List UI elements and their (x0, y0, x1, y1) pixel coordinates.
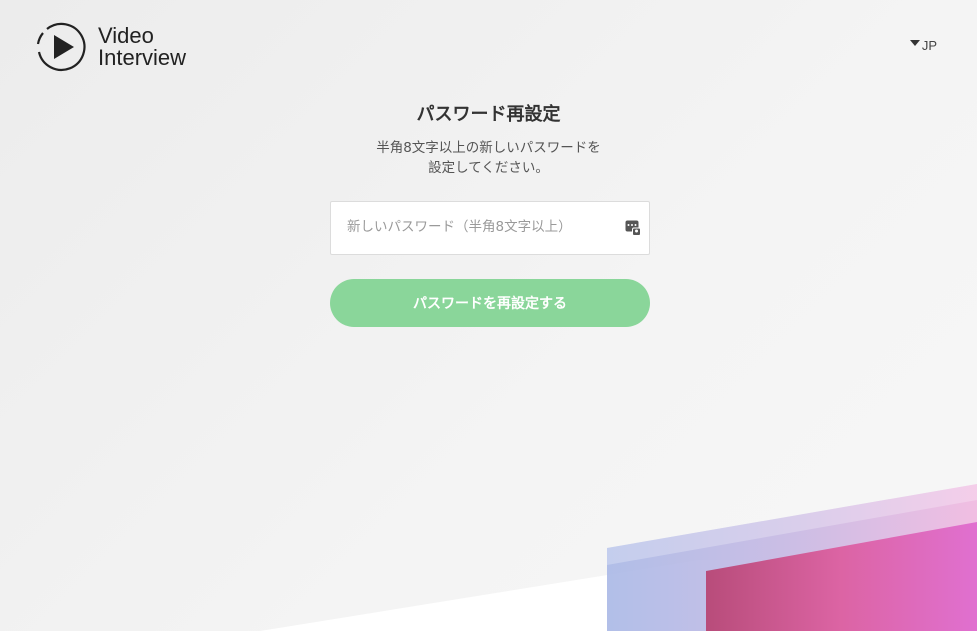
brand-logo[interactable]: Video Interview (34, 20, 186, 74)
brand-name-line1: Video (98, 23, 154, 48)
caret-down-icon (909, 39, 920, 46)
brand-name-line2: Interview (98, 45, 187, 70)
language-selector[interactable]: JP (909, 38, 937, 53)
password-field (330, 201, 650, 255)
page-title: パスワード再設定 (416, 104, 561, 125)
new-password-input[interactable] (331, 202, 617, 252)
language-label: JP (921, 38, 937, 53)
password-key-icon[interactable] (625, 220, 641, 236)
form-description: 半角8文字以上の新しいパスワードを 設定してください。 (0, 138, 977, 178)
description-line-1: 半角8文字以上の新しいパスワードを (376, 140, 601, 156)
brand-name: Video Interview (98, 25, 186, 69)
reset-password-button[interactable]: パスワードを再設定する (330, 279, 650, 327)
description-line-2: 設定してください。 (428, 160, 549, 176)
play-circle-icon (36, 22, 86, 71)
